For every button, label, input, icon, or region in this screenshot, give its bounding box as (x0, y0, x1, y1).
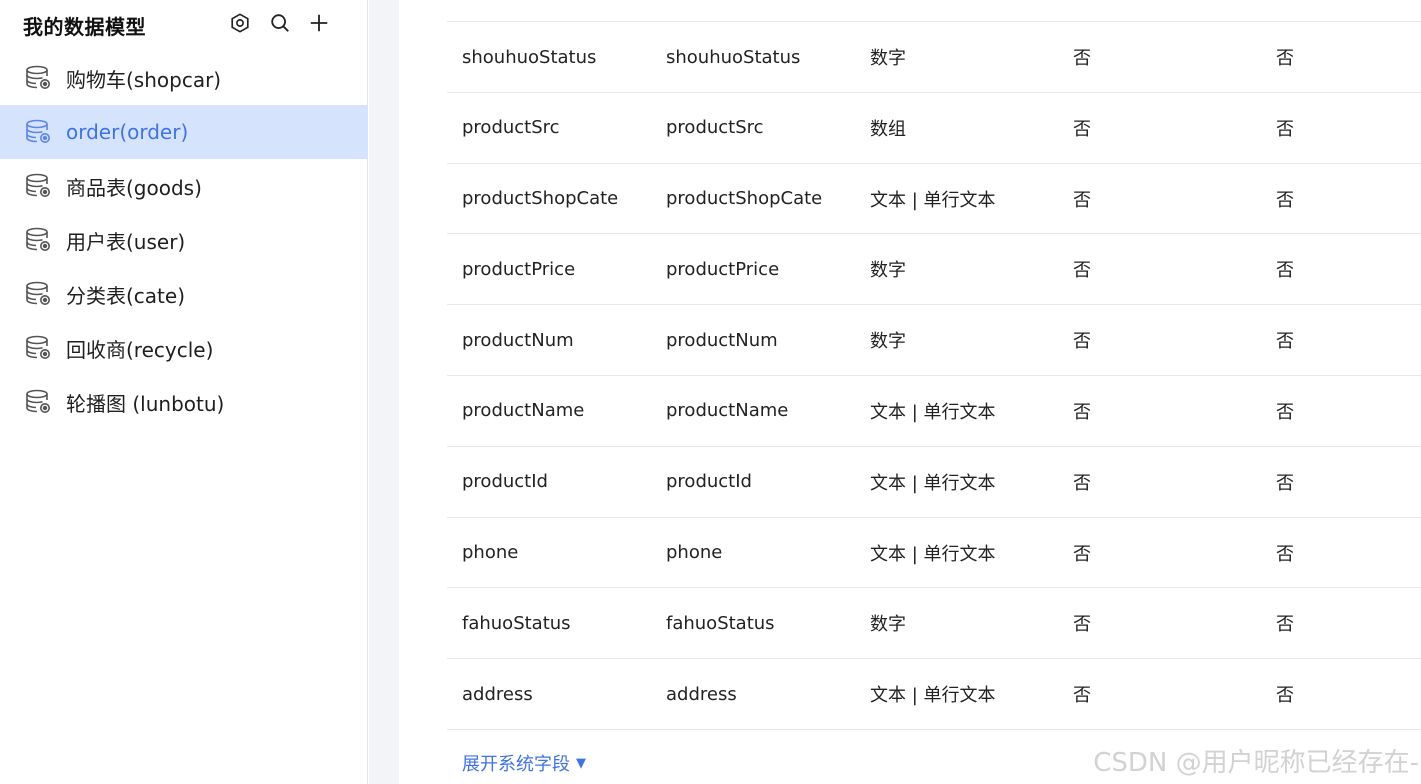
table-cell: address (666, 683, 737, 705)
database-icon (24, 63, 54, 93)
table-cell: 否 (1073, 260, 1091, 282)
table-cell: 文本 | 单行文本 (870, 543, 996, 565)
table-row[interactable]: fahuoStatus fahuoStatus 数字 否 否 (447, 587, 1421, 658)
table-cell: productPrice (666, 258, 780, 280)
sidebar-item-model[interactable]: 轮播图 (lunbotu) (0, 375, 368, 429)
expand-label: 展开系统字段 (462, 754, 570, 775)
table-cell: 否 (1276, 118, 1294, 140)
settings-hex-icon[interactable] (229, 12, 251, 34)
caret-down-icon: ▼ (576, 755, 586, 771)
table-cell: 数字 (870, 614, 906, 636)
sidebar-item-label: 分类表(cate) (66, 283, 186, 308)
table-cell: 否 (1276, 685, 1294, 707)
table-cell: productShopCate (462, 188, 619, 210)
table-cell: 否 (1276, 189, 1294, 211)
table-row[interactable]: address address 文本 | 单行文本 否 否 (447, 658, 1421, 729)
sidebar-item-model[interactable]: 购物车(shopcar) (0, 51, 368, 105)
sidebar: 我的数据模型 购物车(shopcar) order(order) 商品表(goo… (0, 0, 368, 784)
sidebar-item-model[interactable]: 回收商(recycle) (0, 321, 368, 375)
sidebar-item-model[interactable]: 商品表(goods) (0, 159, 368, 213)
table-cell: 否 (1276, 614, 1294, 636)
table-cell: 否 (1276, 48, 1294, 69)
table-cell: 否 (1073, 543, 1091, 565)
table-cell: productId (666, 471, 752, 493)
table-cell: productName (666, 400, 789, 422)
table-cell: shouhuoStatus (666, 46, 801, 68)
table-cell: phone (666, 542, 723, 564)
expand-system-fields-button[interactable]: 展开系统字段 ▼ (462, 750, 586, 776)
sidebar-item-label: order(order) (66, 120, 189, 144)
table-cell: productName (462, 400, 585, 422)
table-cell: 否 (1073, 685, 1091, 707)
table-cell: productId (462, 471, 548, 493)
sidebar-header: 我的数据模型 (0, 0, 368, 50)
model-list: 购物车(shopcar) order(order) 商品表(goods) 用户表(us… (0, 51, 368, 429)
table-cell: 否 (1073, 401, 1091, 423)
table-row[interactable]: productPrice productPrice 数字 否 否 (447, 233, 1421, 304)
table-cell: 数组 (870, 118, 906, 140)
table-cell: 数字 (870, 48, 906, 69)
sidebar-item-model[interactable]: order(order) (0, 105, 368, 159)
table-cell: 否 (1276, 472, 1294, 494)
table-cell: 数字 (870, 331, 906, 353)
main-content: shouhuoStatus shouhuoStatus 数字否否 productSrc… (399, 0, 1421, 784)
database-icon (24, 279, 54, 309)
table-cell: 否 (1073, 472, 1091, 494)
sidebar-item-label: 用户表(user) (66, 229, 186, 254)
table-row[interactable]: productShopCate productShopCate 文本 | 单行文本 否… (447, 162, 1421, 234)
sidebar-item-label: 回收商(recycle) (66, 337, 214, 362)
database-icon (24, 225, 54, 255)
table-cell: 否 (1073, 614, 1091, 636)
plus-icon[interactable] (308, 12, 330, 34)
table-cell: 否 (1276, 401, 1294, 423)
table-cell: 否 (1276, 260, 1294, 282)
table-cell: 文本 | 单行文本 (870, 189, 996, 211)
table-cell: 否 (1276, 331, 1294, 353)
fields-table: shouhuoStatus shouhuoStatus 数字否否 productSrc… (447, 21, 1421, 730)
table-cell: 数字 (870, 260, 906, 282)
table-cell: productNum (462, 329, 574, 351)
sidebar-gutter (369, 0, 399, 784)
database-icon (24, 333, 54, 363)
database-icon (24, 117, 54, 147)
table-cell: 否 (1073, 331, 1091, 353)
database-icon (24, 171, 54, 201)
table-cell: 文本 | 单行文本 (870, 685, 996, 707)
sidebar-item-model[interactable]: 用户表(user) (0, 213, 368, 267)
table-row[interactable]: productNum productNum 数字 否 否 (447, 304, 1421, 375)
table-cell: phone (462, 542, 519, 564)
table-row[interactable]: productSrc productSrc 数组 否 否 (447, 91, 1421, 163)
sidebar-item-model[interactable]: 分类表(cate) (0, 267, 368, 321)
table-cell: productSrc (666, 117, 764, 139)
table-cell: 文本 | 单行文本 (870, 401, 996, 423)
table-cell: 否 (1073, 189, 1091, 211)
table-cell: 否 (1073, 118, 1091, 140)
table-cell: productPrice (462, 258, 576, 280)
search-icon[interactable] (269, 12, 291, 34)
sidebar-item-label: 轮播图 (lunbotu) (66, 391, 225, 416)
table-cell: 文本 | 单行文本 (870, 472, 996, 494)
table-cell: productSrc (462, 117, 560, 139)
table-cell: shouhuoStatus (462, 46, 597, 68)
table-row[interactable]: shouhuoStatus shouhuoStatus 数字 否 否 (447, 21, 1421, 92)
sidebar-title: 我的数据模型 (23, 15, 146, 39)
table-cell: 否 (1276, 543, 1294, 565)
table-cell: productShopCate (666, 188, 823, 210)
sidebar-item-label: 商品表(goods) (66, 175, 202, 200)
table-cell: fahuoStatus (462, 612, 571, 634)
sidebar-item-label: 购物车(shopcar) (66, 67, 222, 92)
table-row[interactable]: productName productName 文本 | 单行文本 否 否 (447, 374, 1421, 446)
table-cell: fahuoStatus (666, 612, 775, 634)
table-cell: address (462, 683, 533, 705)
table-cell: 否 (1073, 48, 1091, 69)
table-row[interactable]: productId productId 文本 | 单行文本 否 否 (447, 445, 1421, 517)
table-row[interactable]: phone phone 文本 | 单行文本 否 否 (447, 516, 1421, 588)
app-root: 我的数据模型 购物车(shopcar) order(order) 商品表(goo… (0, 0, 1421, 784)
database-icon (24, 387, 54, 417)
table-cell: productNum (666, 329, 778, 351)
